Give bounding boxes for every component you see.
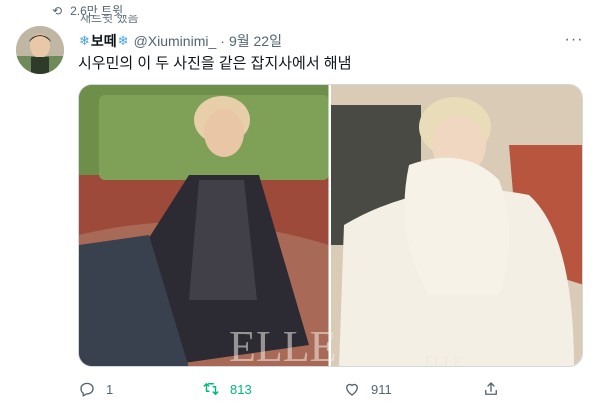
retweet-count: 813: [230, 381, 252, 397]
tweet-header: ❄ 보떼 ❄ @Xiuminimi_ · 9월 22일: [78, 31, 282, 51]
avatar[interactable]: [16, 26, 64, 74]
snowflake-icon: ❄: [117, 33, 129, 48]
retweet-context-bar: ⟲ 2.6만 트윗 재트윗 했음: [0, 0, 599, 25]
reply-icon: [80, 382, 94, 397]
retweet-action-icon: [203, 383, 219, 395]
reply-count: 1: [106, 381, 114, 397]
display-name[interactable]: ❄ 보떼 ❄: [78, 31, 130, 51]
more-icon[interactable]: ···: [563, 30, 585, 50]
tweet-date[interactable]: 9월 22일: [229, 31, 282, 51]
like-count: 911: [371, 381, 392, 397]
user-handle[interactable]: @Xiuminimi_: [134, 33, 217, 49]
media-collage: ELLE ELLE: [79, 85, 583, 367]
display-name-text: 보떼: [90, 33, 117, 49]
share-icon: [485, 382, 497, 395]
left-watermark: ELLE: [229, 322, 337, 367]
avatar-image: [16, 26, 64, 74]
like-icon: [346, 383, 358, 396]
right-photo[interactable]: [331, 85, 583, 367]
reply-button[interactable]: 1: [78, 380, 113, 398]
share-button[interactable]: [482, 380, 500, 398]
retweet-icon: ⟲: [52, 3, 63, 18]
header-separator: ·: [220, 33, 225, 49]
tweet-media[interactable]: ELLE ELLE: [78, 84, 583, 367]
like-button[interactable]: 911: [343, 380, 392, 398]
retweet-button[interactable]: 813: [202, 380, 252, 398]
tweet-actions: 1 813 911: [78, 380, 508, 402]
snowflake-icon: ❄: [79, 33, 90, 48]
right-watermark: ELLE: [424, 354, 463, 367]
tweet-text: 시우민의 이 두 사진을 같은 잡지사에서 해냄: [78, 55, 352, 72]
